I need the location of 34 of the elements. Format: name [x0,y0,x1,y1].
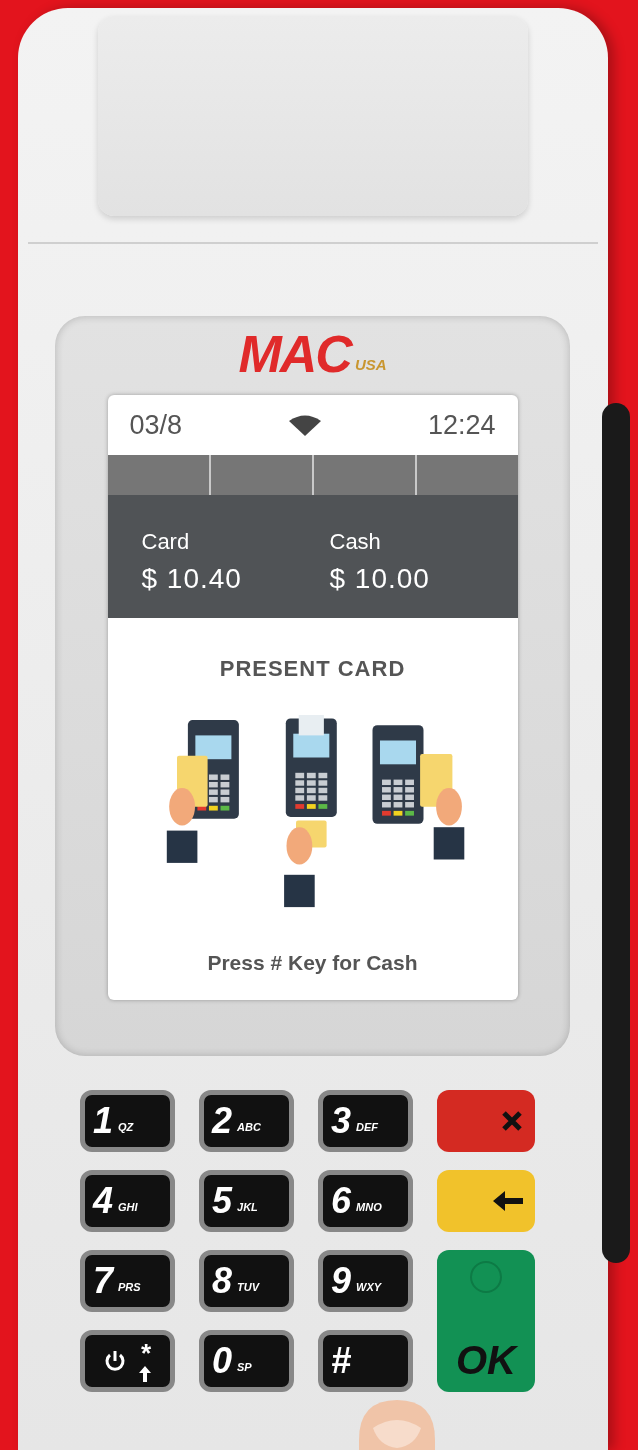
keypad-key[interactable]: 1 QZ [80,1090,175,1152]
close-icon [501,1110,523,1132]
amount-value: $ 10.40 [141,562,243,596]
logo-text: MAC [238,328,351,380]
keypad-key[interactable]: # [318,1330,413,1392]
up-arrow-icon [139,1366,151,1382]
keypad-key[interactable]: 8 TUV [199,1250,294,1312]
cancel-key[interactable] [437,1090,535,1152]
softkey-segment[interactable] [107,455,211,495]
keypad-key[interactable]: 5 JKL [199,1170,294,1232]
star-symbol: * [139,1340,151,1366]
hint-text: Press # Key for Cash [207,950,418,976]
backspace-key[interactable] [437,1170,535,1232]
amount-value: $ 10.00 [329,562,431,596]
logo-subtext: USA [354,357,387,372]
keypad-key[interactable]: * [80,1330,175,1392]
keypad-key[interactable]: 3 DEF [318,1090,413,1152]
keypad-key[interactable]: 9 WXY [318,1250,413,1312]
power-icon [104,1350,126,1372]
keypad-key[interactable]: 0 SP [199,1330,294,1392]
softkey-segment[interactable] [210,455,314,495]
softkey-segment[interactable] [313,455,417,495]
wifi-icon [288,414,322,436]
keypad-key[interactable]: 7 PRS [80,1250,175,1312]
prompt-text: PRESENT CARD [219,655,406,683]
ok-key[interactable]: OK [437,1250,535,1392]
time-text: 12:24 [427,408,496,442]
date-text: 03/8 [129,408,183,442]
amount-label: Card [141,528,191,556]
keypad-key[interactable]: 6 MNO [318,1170,413,1232]
amount-label: Cash [329,528,382,556]
left-arrow-icon [493,1191,523,1211]
keypad-key[interactable]: 2 ABC [199,1090,294,1152]
keypad-key[interactable]: 4 GHI [80,1170,175,1232]
